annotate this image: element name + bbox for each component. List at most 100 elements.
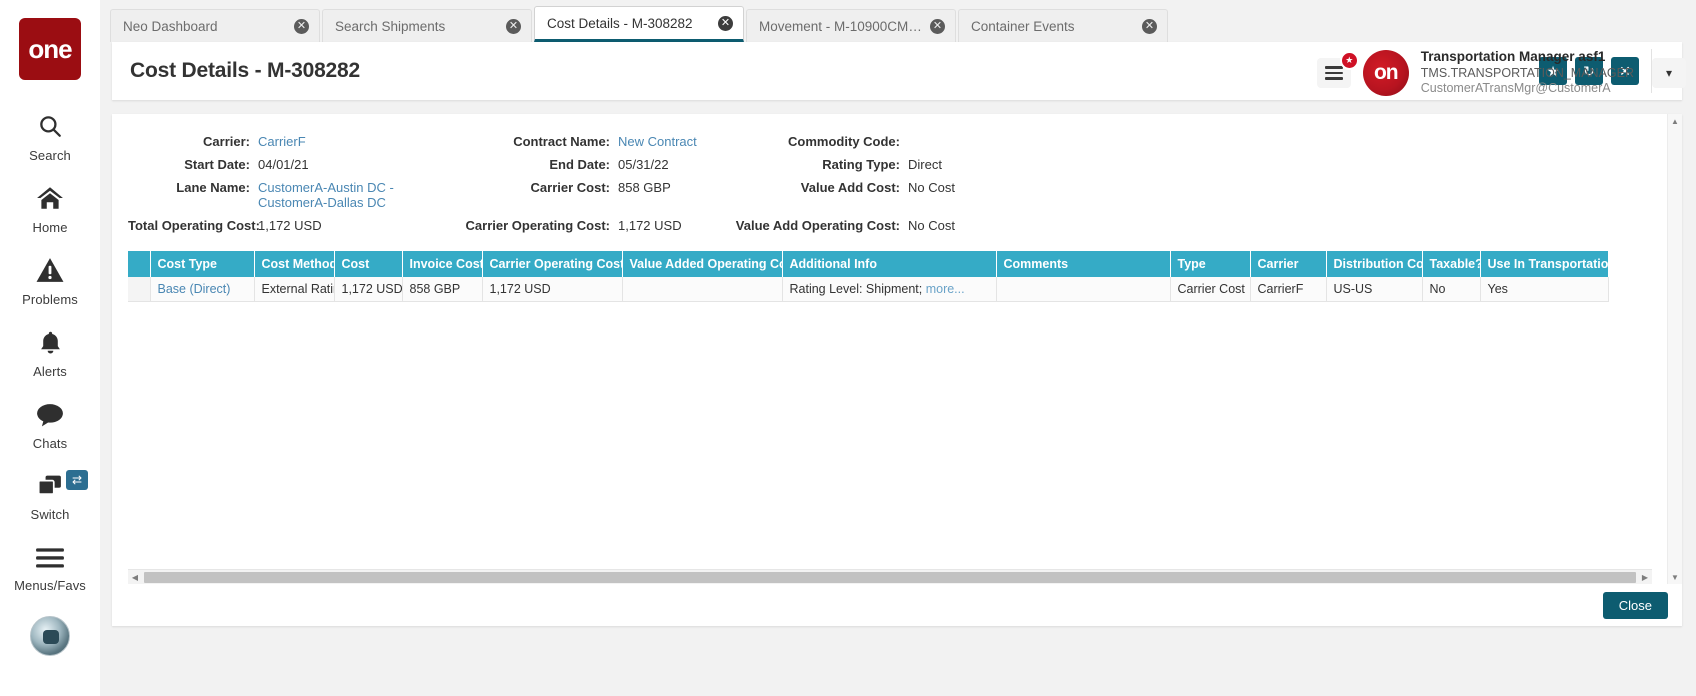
tab-label: Neo Dashboard: [123, 19, 224, 34]
scroll-left-arrow[interactable]: ◀: [128, 571, 142, 584]
field-label-carrier-operating-cost: Carrier Operating Cost:: [458, 214, 618, 237]
home-icon: [36, 185, 64, 215]
close-icon[interactable]: ✕: [718, 16, 733, 31]
user-name: Transportation Manager asf1: [1421, 49, 1634, 66]
user-menu-button[interactable]: ▾: [1652, 58, 1686, 88]
detail-fields: Carrier: CarrierF Contract Name: New Con…: [112, 130, 1682, 237]
row-select-cell[interactable]: [128, 277, 150, 302]
field-label-commodity-code: Commodity Code:: [728, 130, 908, 153]
close-icon[interactable]: ✕: [1142, 19, 1157, 34]
sidebar-item-label: Alerts: [33, 364, 67, 379]
cell-carrier: CarrierF: [1250, 277, 1326, 302]
avatar-text: on: [1374, 61, 1398, 85]
favorites-menu-button[interactable]: ★: [1317, 58, 1351, 88]
field-label-end-date: End Date:: [458, 153, 618, 176]
cell-taxable: No: [1422, 277, 1480, 302]
field-label-value-add-operating-cost: Value Add Operating Cost:: [728, 214, 908, 237]
cost-table: Cost Type Cost Method Cost Invoice Cost …: [128, 251, 1609, 302]
more-link[interactable]: more...: [926, 282, 965, 296]
table-header-distribution-code[interactable]: Distribution Code: [1326, 251, 1422, 277]
user-bar: ★ on Transportation Manager asf1 TMS.TRA…: [1317, 42, 1696, 104]
field-label-contract-name: Contract Name:: [458, 130, 618, 153]
sidebar-item-label: Problems: [22, 292, 78, 307]
tab-cost-details[interactable]: Cost Details - M-308282 ✕: [534, 6, 744, 42]
field-label-total-operating-cost: Total Operating Cost:: [128, 214, 258, 237]
tab-search-shipments[interactable]: Search Shipments ✕: [322, 9, 532, 42]
cell-cost-type: Base (Direct): [150, 277, 254, 302]
field-value-lane-name[interactable]: CustomerA-Austin DC - CustomerA-Dallas D…: [258, 176, 458, 214]
table-header-additional-info[interactable]: Additional Info: [782, 251, 996, 277]
user-email: CustomerATransMgr@CustomerA: [1421, 81, 1634, 97]
panel-footer: Close: [112, 584, 1682, 626]
switch-badge[interactable]: ⇄: [66, 470, 88, 490]
horizontal-scrollbar[interactable]: ◀ ▶: [128, 569, 1652, 584]
tab-label: Movement - M-10900CM-10900-...: [759, 19, 930, 34]
sidebar-item-switch[interactable]: ⇄ Switch: [0, 462, 100, 534]
sidebar-item-search[interactable]: Search: [0, 102, 100, 174]
table-header-value-added-operating-cost[interactable]: Value Added Operating Cost: [622, 251, 782, 277]
table-header-cost-method[interactable]: Cost Method: [254, 251, 334, 277]
tab-label: Search Shipments: [335, 19, 451, 34]
close-icon[interactable]: ✕: [294, 19, 309, 34]
sidebar-item-home[interactable]: Home: [0, 174, 100, 246]
vertical-scrollbar[interactable]: ▲ ▼: [1667, 114, 1682, 584]
menu-icon: [35, 547, 65, 573]
tab-container-events[interactable]: Container Events ✕: [958, 9, 1168, 42]
table-header-type[interactable]: Type: [1170, 251, 1250, 277]
field-value-commodity-code: [908, 130, 1018, 138]
table-header-carrier-operating-cost[interactable]: Carrier Operating Cost: [482, 251, 622, 277]
tab-label: Cost Details - M-308282: [547, 16, 699, 31]
sidebar-item-alerts[interactable]: Alerts: [0, 318, 100, 390]
rail-avatar[interactable]: [30, 616, 70, 656]
tab-strip: Neo Dashboard ✕ Search Shipments ✕ Cost …: [100, 0, 1696, 42]
table-header-taxable[interactable]: Taxable?: [1422, 251, 1480, 277]
table-header-comments[interactable]: Comments: [996, 251, 1170, 277]
additional-info-text: Rating Level: Shipment;: [790, 282, 923, 296]
field-value-total-operating-cost: 1,172 USD: [258, 214, 458, 237]
tab-movement[interactable]: Movement - M-10900CM-10900-... ✕: [746, 9, 956, 42]
lane-name-line1: CustomerA-Austin DC -: [258, 180, 458, 195]
tab-label: Container Events: [971, 19, 1081, 34]
vertical-scroll-track[interactable]: [1668, 128, 1683, 570]
scroll-down-arrow[interactable]: ▼: [1668, 570, 1683, 584]
field-label-carrier-cost: Carrier Cost:: [458, 176, 618, 199]
cost-type-link[interactable]: Base (Direct): [158, 282, 231, 296]
left-navigation-rail: one Search Home: [0, 0, 100, 696]
field-value-carrier-cost: 858 GBP: [618, 176, 728, 199]
sidebar-item-problems[interactable]: Problems: [0, 246, 100, 318]
cell-carrier-operating-cost: 1,172 USD: [482, 277, 622, 302]
field-value-carrier[interactable]: CarrierF: [258, 130, 458, 153]
table-header-invoice-cost[interactable]: Invoice Cost: [402, 251, 482, 277]
field-value-value-add-cost: No Cost: [908, 176, 1018, 199]
sidebar-item-label: Switch: [31, 507, 70, 522]
close-button[interactable]: Close: [1603, 592, 1668, 619]
field-value-carrier-operating-cost: 1,172 USD: [618, 214, 728, 237]
field-label-start-date: Start Date:: [128, 153, 258, 176]
table-row[interactable]: Base (Direct) External Rating 1,172 USD …: [128, 277, 1608, 302]
sidebar-item-chats[interactable]: Chats: [0, 390, 100, 462]
scroll-up-arrow[interactable]: ▲: [1668, 114, 1683, 128]
avatar[interactable]: on: [1363, 50, 1409, 96]
field-value-contract-name[interactable]: New Contract: [618, 130, 728, 153]
hamburger-icon: [1325, 63, 1343, 83]
search-icon: [37, 113, 63, 143]
sidebar-item-menus-favs[interactable]: Menus/Favs: [0, 534, 100, 606]
cell-distribution-code: US-US: [1326, 277, 1422, 302]
switch-icon: [36, 474, 64, 502]
app-logo[interactable]: one: [19, 18, 81, 80]
table-header-carrier[interactable]: Carrier: [1250, 251, 1326, 277]
table-header-cost[interactable]: Cost: [334, 251, 402, 277]
tab-neo-dashboard[interactable]: Neo Dashboard ✕: [110, 9, 320, 42]
sidebar-item-label: Menus/Favs: [14, 578, 86, 593]
user-info: Transportation Manager asf1 TMS.TRANSPOR…: [1421, 49, 1634, 97]
sidebar-item-label: Chats: [33, 436, 67, 451]
table-header-cost-type[interactable]: Cost Type: [150, 251, 254, 277]
close-icon[interactable]: ✕: [506, 19, 521, 34]
horizontal-scroll-thumb[interactable]: [144, 572, 1636, 583]
table-header-use-in-transportation[interactable]: Use In Transportation: [1480, 251, 1608, 277]
close-icon[interactable]: ✕: [930, 19, 945, 34]
cell-use-in-transportation: Yes: [1480, 277, 1608, 302]
scroll-right-arrow[interactable]: ▶: [1638, 571, 1652, 584]
sidebar-item-label: Home: [32, 220, 67, 235]
table-header-select[interactable]: [128, 251, 150, 277]
